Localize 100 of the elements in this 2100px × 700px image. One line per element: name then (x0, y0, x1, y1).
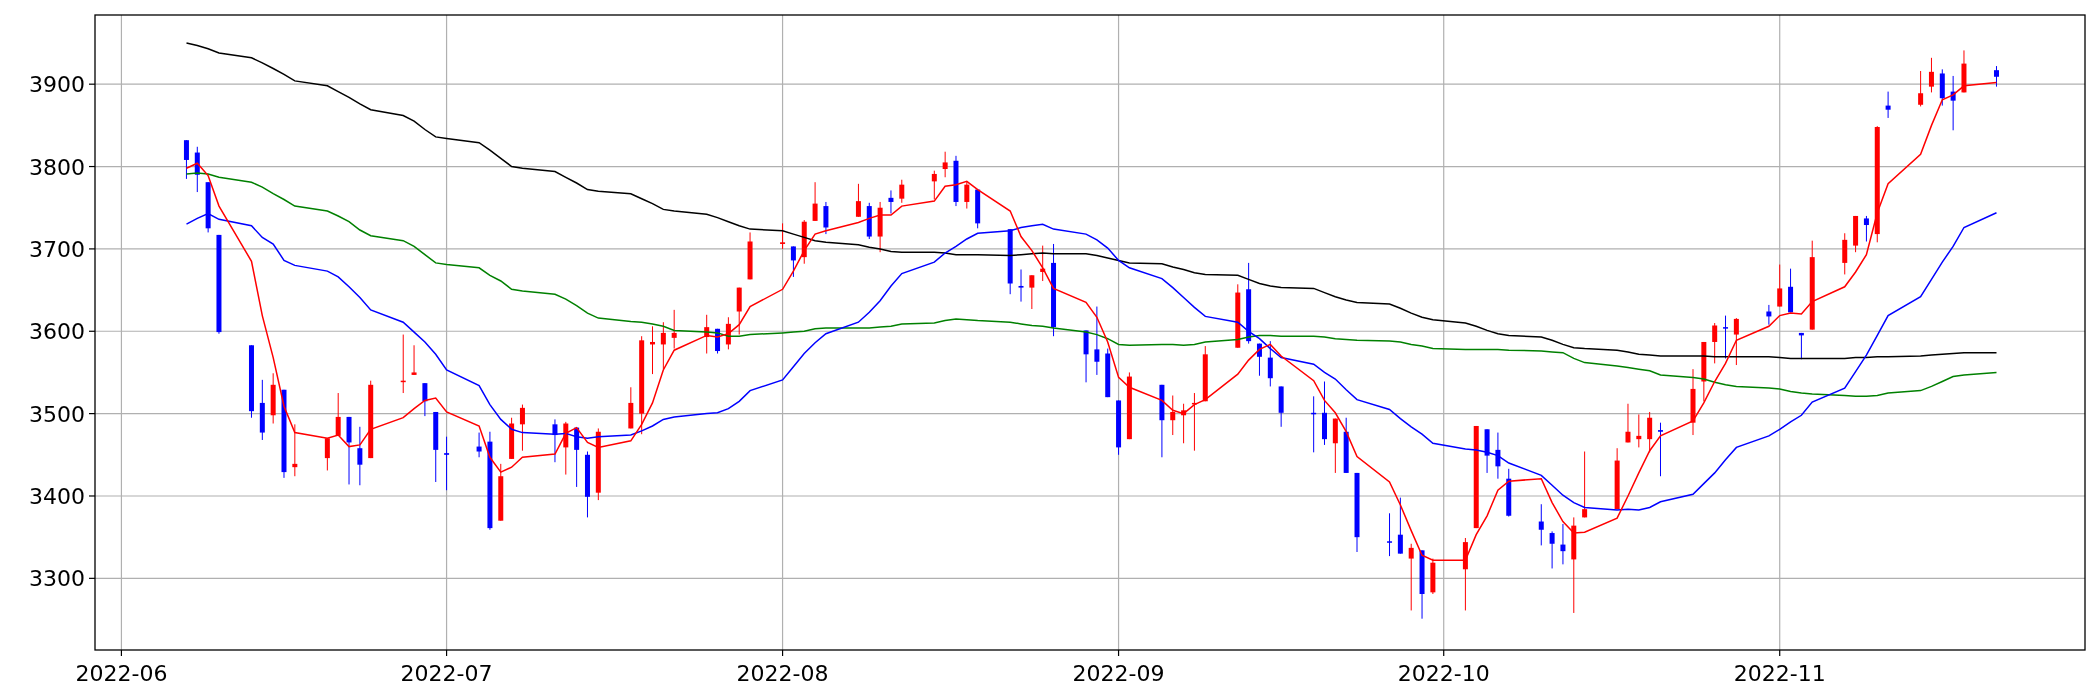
candlestick (1863, 215, 1869, 242)
candlestick (1332, 418, 1338, 474)
candlestick (411, 344, 417, 376)
candlestick (1408, 543, 1414, 611)
candlestick (1723, 315, 1728, 359)
candlestick (975, 189, 981, 229)
candlestick (1191, 392, 1197, 452)
candlestick (1582, 451, 1588, 518)
axis-tick-label: 3400 (29, 484, 85, 509)
tick-mark (88, 413, 96, 415)
candlestick (1690, 368, 1696, 436)
candlestick (812, 181, 818, 222)
candlestick (1018, 269, 1024, 303)
axis-tick-label: 2022-09 (1072, 661, 1165, 686)
candlestick (1202, 345, 1208, 402)
candlestick (1116, 399, 1122, 456)
candlestick (422, 382, 428, 417)
candlestick (444, 436, 450, 491)
candlestick (1939, 68, 1945, 107)
candlestick (877, 201, 883, 253)
axis-tick-label: 3700 (29, 236, 85, 262)
candlestick (433, 411, 439, 483)
axis-tick-label: 3500 (29, 401, 85, 427)
candlestick (801, 219, 807, 265)
tick-mark (88, 495, 96, 497)
tick-mark (88, 248, 96, 250)
candlestick (574, 427, 580, 488)
candlestick (964, 180, 970, 210)
candlestick (1842, 232, 1848, 275)
candlestick (1538, 503, 1544, 546)
candlestick (671, 309, 677, 350)
candlestick (1311, 395, 1317, 453)
candlestick (1126, 371, 1132, 440)
axis-tick-label: 3600 (29, 319, 85, 345)
tick-mark (781, 649, 784, 657)
candlestick (1007, 228, 1013, 295)
tick-mark (88, 330, 96, 332)
candlestick (1322, 381, 1327, 446)
tick-mark (445, 649, 448, 657)
candlestick (1961, 49, 1967, 93)
axis-tick-label: 2022-10 (1397, 661, 1490, 686)
axis-tick-label: 3300 (29, 566, 85, 592)
axis-tick-label: 2022-06 (75, 661, 168, 686)
candlestick (1885, 91, 1891, 119)
candlestick (1181, 403, 1187, 444)
candlestick (1495, 432, 1501, 480)
candlestick (259, 379, 265, 441)
axis-tick-label: 2022-08 (736, 661, 829, 686)
candlestick (1614, 447, 1620, 510)
candlestick (1430, 558, 1436, 595)
candlestick (1950, 75, 1956, 131)
candlestick (270, 372, 276, 424)
candlestick (1636, 413, 1642, 448)
candlestick (1766, 304, 1772, 326)
candlestick (650, 325, 655, 375)
candlestick (899, 179, 905, 204)
candlestick (476, 432, 482, 458)
axis-tick-label: 3800 (29, 154, 85, 180)
candlestick (1701, 341, 1707, 402)
candlestick (509, 417, 515, 460)
candlestick (1777, 264, 1783, 308)
candlestick (552, 418, 558, 463)
candlestick (400, 334, 406, 394)
candlestick (205, 181, 211, 233)
candlestick (1918, 70, 1924, 107)
axis-tick-label: 2022-07 (400, 661, 493, 686)
tick-mark (1779, 649, 1781, 657)
candlestick (292, 423, 298, 477)
axis-tick-label: 2022-11 (1733, 661, 1826, 686)
candlestick (725, 316, 731, 350)
candlestick (1278, 385, 1284, 428)
candlestick (183, 139, 189, 180)
candlestick (1397, 497, 1403, 555)
candlestick (357, 426, 363, 486)
candlestick (1712, 322, 1718, 364)
candlestick (1560, 523, 1566, 565)
axis-tick-label: 3900 (29, 72, 85, 98)
candlestick (1419, 549, 1425, 620)
candlestick (1798, 332, 1804, 360)
tick-mark (120, 649, 122, 657)
candlestick (660, 321, 666, 370)
candlestick (1647, 411, 1653, 453)
candlestick (790, 245, 796, 278)
candlestick (855, 183, 861, 218)
candlestick (1170, 395, 1176, 436)
candlestick (1029, 274, 1035, 310)
candlestick (1549, 530, 1555, 569)
candlestick (519, 404, 525, 452)
candlestick (931, 170, 937, 200)
candlestick (1040, 245, 1046, 282)
candlestick (1853, 215, 1859, 253)
tick-mark (88, 83, 96, 85)
tick-mark (88, 577, 96, 579)
candlestick (346, 416, 352, 485)
candlestick (585, 451, 590, 518)
candlestick (1256, 343, 1262, 377)
candlestick (1387, 512, 1393, 557)
candlestick (888, 189, 894, 214)
tick-mark (1443, 649, 1445, 657)
candlestick (1994, 65, 1999, 88)
